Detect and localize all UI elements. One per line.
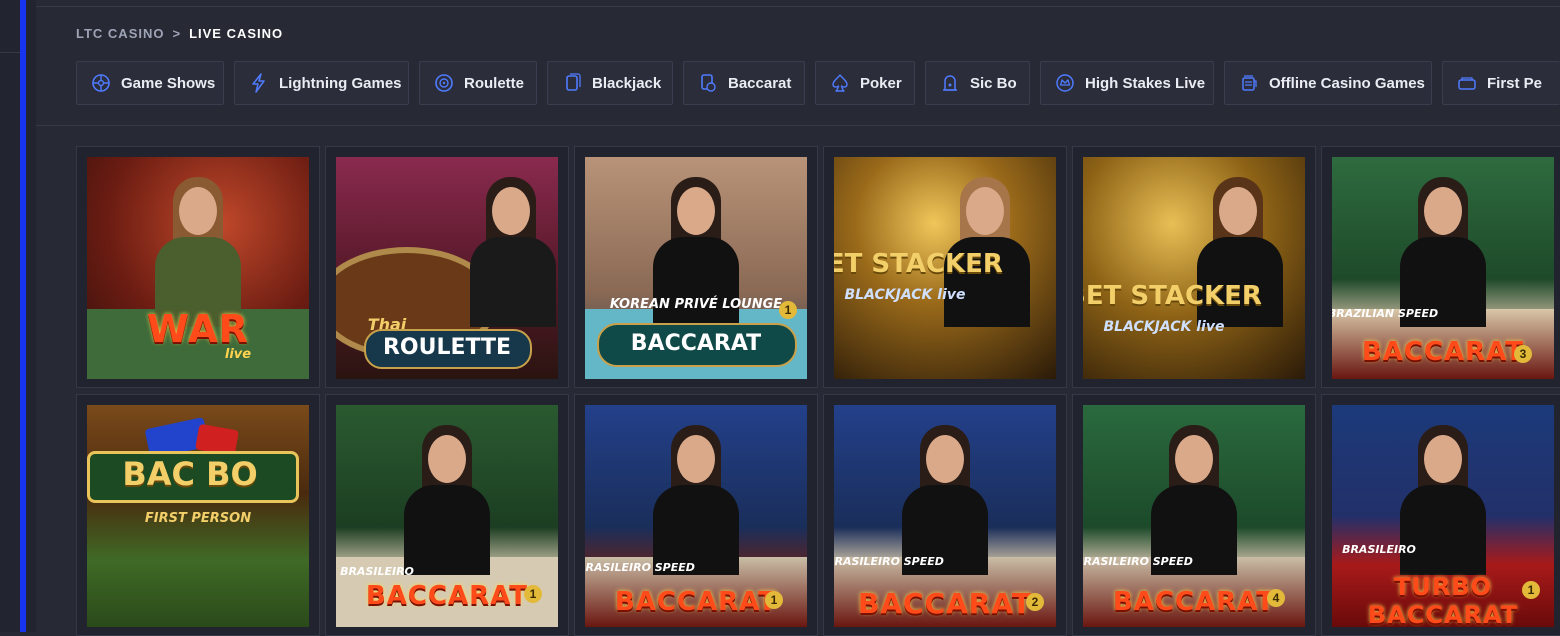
breadcrumb-current: LIVE CASINO xyxy=(189,26,284,41)
game-logo-subtext: live xyxy=(224,347,252,362)
blackjack-icon xyxy=(566,73,581,91)
category-blackjack[interactable]: Blackjack xyxy=(547,61,673,105)
table-number-badge: 2 xyxy=(1026,593,1044,611)
category-label: Lightning Games xyxy=(279,74,402,92)
game-logo-text: ROULETTE xyxy=(382,335,512,360)
category-label: Sic Bo xyxy=(970,74,1017,92)
table-number-badge: 4 xyxy=(1267,589,1285,607)
game-logo-subtext: BLACKJACK live xyxy=(1103,319,1225,335)
game-logo-text: WAR xyxy=(147,307,249,351)
table-number-badge: 1 xyxy=(765,591,783,609)
category-label: High Stakes Live xyxy=(1085,74,1206,92)
game-card[interactable]: BRASILEIRO SPEED BACCARAT 2 xyxy=(823,394,1067,636)
game-card[interactable]: BRASILEIRO SPEED BACCARAT 4 xyxy=(1072,394,1316,636)
game-thumbnail: WAR live xyxy=(87,157,309,379)
category-label: First Pe xyxy=(1487,74,1543,92)
game-card[interactable]: BRASILEIRO SPEED BACCARAT 1 xyxy=(574,394,818,636)
high-stakes-icon xyxy=(1056,74,1074,92)
sic-bo-icon xyxy=(943,75,957,91)
game-card[interactable]: BAC BO FIRST PERSON xyxy=(76,394,320,636)
baccarat-icon xyxy=(701,74,716,92)
category-roulette[interactable]: Roulette xyxy=(419,61,537,105)
breadcrumb-separator: > xyxy=(172,26,182,41)
game-thumbnail: Thai ROULETTE xyxy=(336,157,558,379)
category-first-person[interactable]: First Pe xyxy=(1442,61,1560,105)
game-card[interactable]: BRASILEIRO BACCARAT 1 xyxy=(325,394,569,636)
game-card[interactable]: BET STACKER BLACKJACK live xyxy=(823,146,1067,388)
table-number-badge: 1 xyxy=(524,585,542,603)
left-sidebar-edge xyxy=(0,0,20,632)
game-card[interactable]: BRASILEIRO TURBO BACCARAT 1 xyxy=(1321,394,1560,636)
game-logo-subtext: BRASILEIRO SPEED xyxy=(585,561,695,574)
game-card[interactable]: BRAZILIAN SPEED BACCARAT 3 xyxy=(1321,146,1560,388)
category-label: Offline Casino Games xyxy=(1269,74,1425,92)
game-logo-subtext: BRASILEIRO SPEED xyxy=(834,555,944,568)
game-logo-subtext: BLACKJACK live xyxy=(844,287,966,303)
category-baccarat[interactable]: Baccarat xyxy=(683,61,805,105)
game-logo-subtext: KOREAN PRIVÉ LOUNGE xyxy=(609,297,783,312)
category-offline-casino-games[interactable]: Offline Casino Games xyxy=(1224,61,1432,105)
category-lightning-games[interactable]: Lightning Games xyxy=(234,61,409,105)
game-thumbnail: BRASILEIRO TURBO BACCARAT 1 xyxy=(1332,405,1554,627)
category-high-stakes-live[interactable]: High Stakes Live xyxy=(1040,61,1214,105)
table-number-badge: 1 xyxy=(1522,581,1540,599)
game-thumbnail: KOREAN PRIVÉ LOUNGE BACCARAT 1 xyxy=(585,157,807,379)
game-card[interactable]: BET STACKER BLACKJACK live xyxy=(1072,146,1316,388)
section-divider xyxy=(36,125,1560,126)
game-thumbnail: BRASILEIRO SPEED BACCARAT 1 xyxy=(585,405,807,627)
breadcrumb-home-link[interactable]: LTC CASINO xyxy=(76,26,164,41)
top-divider xyxy=(36,6,1560,7)
breadcrumb: LTC CASINO > LIVE CASINO xyxy=(76,26,283,41)
category-sic-bo[interactable]: Sic Bo xyxy=(925,61,1030,105)
category-poker[interactable]: Poker xyxy=(815,61,915,105)
game-thumbnail: BAC BO FIRST PERSON xyxy=(87,405,309,627)
game-logo-subtext: FIRST PERSON xyxy=(144,511,252,526)
table-number-badge: 3 xyxy=(1514,345,1532,363)
category-label: Roulette xyxy=(464,74,524,92)
game-shows-icon xyxy=(92,74,110,92)
game-thumbnail: BRASILEIRO SPEED BACCARAT 2 xyxy=(834,405,1056,627)
game-thumbnail: BRASILEIRO SPEED BACCARAT 4 xyxy=(1083,405,1305,627)
game-card[interactable]: WAR live xyxy=(76,146,320,388)
lightning-icon xyxy=(252,73,265,93)
game-logo-text: BET STACKER xyxy=(1083,281,1262,311)
category-label: Poker xyxy=(860,74,902,92)
sidebar-gutter xyxy=(26,0,36,632)
category-bar: Game Shows Lightning Games Roulette Blac… xyxy=(76,61,1560,107)
poker-icon xyxy=(832,74,848,92)
game-logo-text: BET STACKER xyxy=(834,249,1003,279)
category-game-shows[interactable]: Game Shows xyxy=(76,61,224,105)
roulette-icon xyxy=(435,74,453,92)
offline-casino-icon xyxy=(1242,75,1257,91)
game-logo-text: BACCARAT xyxy=(630,331,762,356)
category-label: Blackjack xyxy=(592,74,662,92)
game-card[interactable]: KOREAN PRIVÉ LOUNGE BACCARAT 1 xyxy=(574,146,818,388)
category-label: Game Shows xyxy=(121,74,216,92)
game-logo-text: BACCARAT xyxy=(858,587,1032,620)
game-thumbnail: BET STACKER BLACKJACK live xyxy=(834,157,1056,379)
game-logo-subtext: BRAZILIAN SPEED xyxy=(1332,307,1439,320)
game-logo-text: BAC BO xyxy=(122,455,258,493)
game-logo-subtext: BRASILEIRO xyxy=(340,565,414,578)
game-thumbnail: BRAZILIAN SPEED BACCARAT 3 xyxy=(1332,157,1554,379)
game-thumbnail: BRASILEIRO BACCARAT 1 xyxy=(336,405,558,627)
game-logo-subtext: BRASILEIRO SPEED xyxy=(1083,555,1193,568)
game-card[interactable]: Thai ROULETTE xyxy=(325,146,569,388)
first-person-icon xyxy=(1458,77,1476,90)
game-thumbnail: BET STACKER BLACKJACK live xyxy=(1083,157,1305,379)
category-label: Baccarat xyxy=(728,74,792,92)
game-logo-subtext: BRASILEIRO xyxy=(1342,543,1416,556)
game-logo-text: TURBO BACCARAT xyxy=(1367,573,1519,627)
table-number-badge: 1 xyxy=(779,301,797,319)
